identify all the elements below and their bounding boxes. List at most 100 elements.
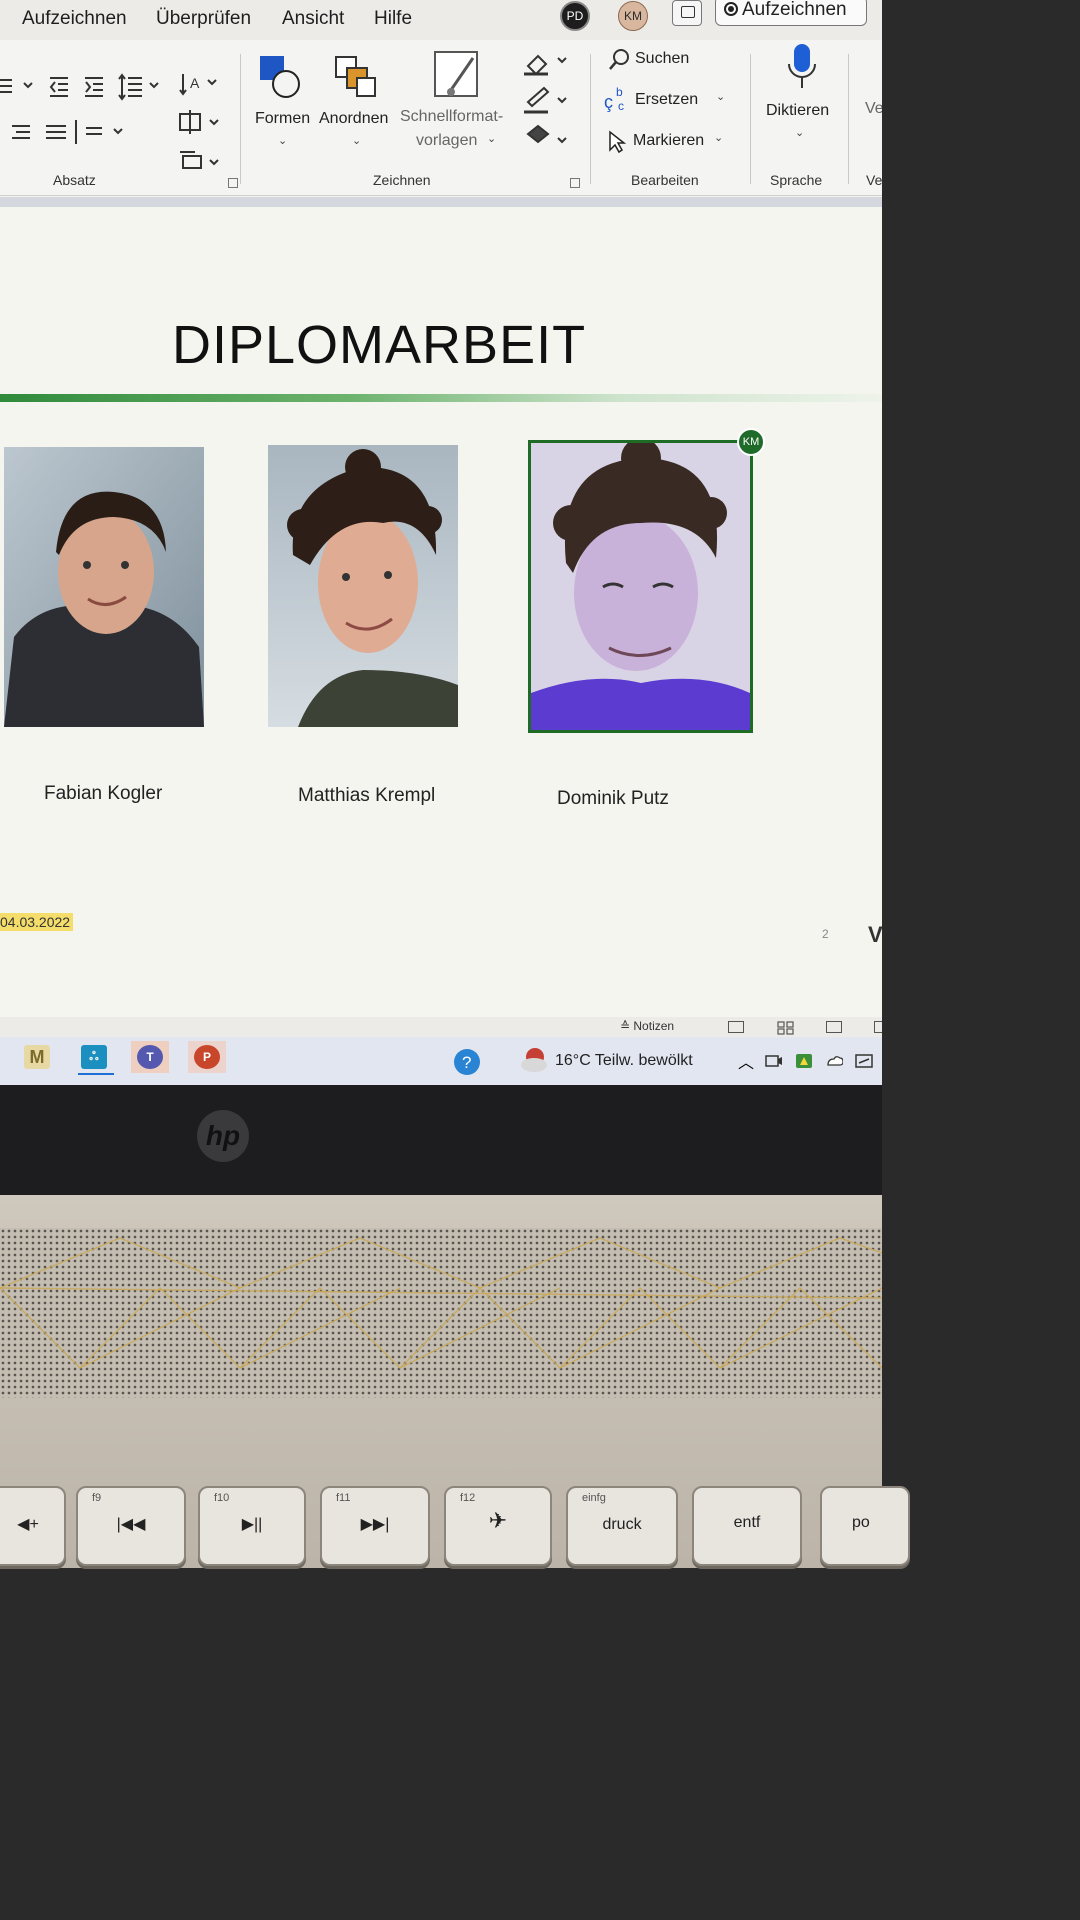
- menu-ueberpruefen[interactable]: Überprüfen: [156, 8, 251, 30]
- replace-chevron-icon[interactable]: ⌄: [716, 90, 725, 103]
- weather-widget[interactable]: 16°C Teilw. bewölkt: [555, 1052, 693, 1070]
- quick-styles-chevron-icon[interactable]: ⌄: [487, 132, 496, 145]
- select-cursor-icon: [609, 130, 627, 154]
- windows-taskbar: M ஃ T P ? 16°C Teilw. bewölkt ︿: [0, 1037, 882, 1085]
- selection-frame: [528, 440, 753, 733]
- teams-icon: T: [137, 1045, 163, 1069]
- find-button[interactable]: Suchen: [635, 50, 689, 68]
- quick-styles-button-line1[interactable]: Schnellformat-: [400, 108, 503, 126]
- portrait-photo-1[interactable]: [4, 447, 204, 727]
- group-label-zeichnen: Zeichnen: [373, 172, 431, 188]
- paragraph-format-icons[interactable]: A: [0, 70, 240, 170]
- reading-view-icon[interactable]: [826, 1021, 842, 1033]
- presence-badge-km: KM: [737, 428, 765, 456]
- portrait-photo-2[interactable]: [268, 445, 458, 727]
- tray-overflow-chevron-icon[interactable]: ︿: [738, 1049, 756, 1072]
- shapes-button[interactable]: Formen: [255, 110, 310, 128]
- speaker-grille-pattern: [0, 1237, 882, 1369]
- replace-button[interactable]: Ersetzen: [635, 91, 698, 109]
- shapes-icon: [260, 56, 300, 98]
- microphone-icon: [788, 44, 816, 88]
- ribbon-separator: [240, 54, 241, 184]
- key-volume-up[interactable]: ◀+: [0, 1486, 66, 1566]
- slide-logo-fragment: V: [868, 922, 882, 947]
- key-f12-airplane-mode[interactable]: f12 ✈: [444, 1486, 552, 1566]
- notes-label: Notizen: [633, 1019, 675, 1033]
- taskbar-app-m[interactable]: M: [18, 1041, 56, 1073]
- portrait-1-image: [4, 447, 204, 727]
- collaborator-avatar-km[interactable]: KM: [618, 1, 648, 31]
- select-button[interactable]: Markieren: [633, 132, 704, 150]
- key-insert-print[interactable]: einfg druck: [566, 1486, 678, 1566]
- arrange-icon: [335, 56, 376, 97]
- hp-logo: hp: [197, 1110, 249, 1162]
- help-icon[interactable]: ?: [452, 1047, 482, 1077]
- ruler-strip: [0, 197, 882, 207]
- quick-styles-button-line2[interactable]: vorlagen: [416, 132, 477, 150]
- comments-button[interactable]: [672, 0, 702, 26]
- network-icon[interactable]: [855, 1053, 873, 1069]
- taskbar-active-indicators: [20, 1073, 240, 1075]
- person-name-1[interactable]: Fabian Kogler: [44, 783, 162, 805]
- app-icon: ஃ: [81, 1045, 107, 1069]
- quick-styles-icon: [434, 51, 478, 97]
- taskbar-app-2[interactable]: ஃ: [75, 1041, 113, 1073]
- slide-canvas[interactable]: DIPLOMARBEIT Fabian Kogler Matthias Krem…: [0, 207, 882, 1037]
- arrange-dropdown-chevron-icon[interactable]: ⌄: [352, 134, 361, 147]
- slideshow-view-icon[interactable]: [874, 1021, 882, 1033]
- notes-button[interactable]: ≙ Notizen: [620, 1019, 674, 1033]
- menu-bar: Aufzeichnen Überprüfen Ansicht Hilfe PD …: [0, 0, 882, 40]
- taskbar-app-teams[interactable]: T: [131, 1041, 169, 1073]
- slide-date[interactable]: 04.03.2022: [0, 913, 74, 931]
- select-chevron-icon[interactable]: ⌄: [714, 131, 723, 144]
- cloud-icon[interactable]: [825, 1053, 843, 1069]
- shapes-dropdown-chevron-icon[interactable]: ⌄: [278, 134, 287, 147]
- portrait-2-image: [268, 445, 458, 727]
- shape-fill-outline-effects-icons[interactable]: [522, 50, 572, 150]
- drive-icon[interactable]: [795, 1053, 813, 1069]
- key-f11-next-track[interactable]: f11 ▶▶|: [320, 1486, 430, 1566]
- menu-aufzeichnen[interactable]: Aufzeichnen: [22, 8, 127, 30]
- cut-off-group-label: Ve: [866, 172, 882, 188]
- collaborator-avatar-pd[interactable]: PD: [560, 1, 590, 31]
- svg-text:ç: ç: [604, 92, 613, 112]
- dictate-button[interactable]: Diktieren: [766, 102, 829, 120]
- laptop-screen: Aufzeichnen Überprüfen Ansicht Hilfe PD …: [0, 0, 882, 1085]
- svg-text:?: ?: [462, 1053, 471, 1072]
- record-button-label: Aufzeichnen: [742, 0, 847, 20]
- status-bar: ≙ Notizen: [0, 1017, 882, 1037]
- svg-text:b: b: [616, 86, 623, 99]
- weather-icon: [521, 1048, 547, 1072]
- svg-text:c: c: [618, 99, 624, 113]
- m-app-icon: M: [24, 1045, 50, 1069]
- notes-icon: ≙: [620, 1019, 634, 1033]
- ribbon-separator: [848, 54, 849, 184]
- person-name-2[interactable]: Matthias Krempl: [298, 785, 435, 807]
- speaker-grille: [0, 1228, 882, 1398]
- taskbar-app-powerpoint[interactable]: P: [188, 1041, 226, 1073]
- menu-ansicht[interactable]: Ansicht: [282, 8, 344, 30]
- ribbon-separator: [750, 54, 751, 184]
- record-button[interactable]: Aufzeichnen: [715, 0, 867, 26]
- normal-view-icon[interactable]: [728, 1021, 744, 1033]
- arrange-button[interactable]: Anordnen: [319, 110, 388, 128]
- cut-off-ribbon-button[interactable]: Ve: [865, 100, 882, 118]
- title-underline: [0, 394, 882, 402]
- group-label-sprache: Sprache: [770, 172, 823, 188]
- key-pos1[interactable]: po: [820, 1486, 910, 1566]
- powerpoint-icon: P: [194, 1045, 220, 1069]
- slide-sorter-icon[interactable]: [777, 1021, 794, 1035]
- search-icon: [609, 49, 629, 70]
- laptop-bezel: [0, 1085, 882, 1195]
- key-f10-play-pause[interactable]: f10 ▶||: [198, 1486, 306, 1566]
- key-delete[interactable]: entf: [692, 1486, 802, 1566]
- slide-title[interactable]: DIPLOMARBEIT: [172, 314, 586, 376]
- zeichnen-dialog-launcher[interactable]: [570, 178, 580, 188]
- absatz-dialog-launcher[interactable]: [228, 178, 238, 188]
- person-name-3[interactable]: Dominik Putz: [557, 788, 669, 810]
- camera-icon[interactable]: [765, 1053, 783, 1069]
- menu-hilfe[interactable]: Hilfe: [374, 8, 412, 30]
- key-f9-previous-track[interactable]: f9 |◀◀: [76, 1486, 186, 1566]
- slide-number: 2: [822, 927, 829, 941]
- dictate-chevron-icon[interactable]: ⌄: [795, 126, 804, 139]
